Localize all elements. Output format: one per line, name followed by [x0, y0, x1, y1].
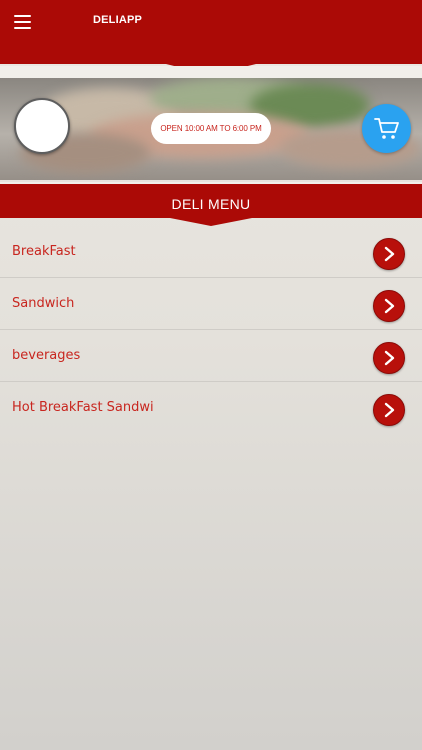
menu-item-label: beverages	[12, 348, 81, 363]
menu-list: BreakFast Sandwich beverages Hot BreakFa…	[0, 226, 422, 433]
restaurant-logo-avatar	[14, 98, 70, 154]
cart-button[interactable]	[362, 104, 411, 153]
shopping-cart-icon	[373, 117, 399, 139]
chevron-right-icon[interactable]	[373, 238, 405, 270]
menu-item-sandwich[interactable]: Sandwich	[0, 278, 422, 330]
menu-item-label: Sandwich	[12, 296, 75, 311]
menu-item-beverages[interactable]: beverages	[0, 330, 422, 382]
top-app-bar: DELIAPP	[0, 0, 422, 44]
hamburger-menu-icon[interactable]	[14, 15, 31, 29]
menu-item-hot-breakfast-sandwich[interactable]: Hot BreakFast Sandwi	[0, 382, 422, 433]
chevron-right-icon[interactable]	[373, 342, 405, 374]
menu-item-label: BreakFast	[12, 244, 76, 259]
chevron-right-icon[interactable]	[373, 394, 405, 426]
chevron-right-icon[interactable]	[373, 290, 405, 322]
opening-hours-badge: OPEN 10:00 AM TO 6:00 PM	[151, 113, 271, 144]
section-title: DELI MENU	[171, 196, 251, 212]
menu-item-breakfast[interactable]: BreakFast	[0, 226, 422, 278]
app-title: DELIAPP	[93, 14, 143, 26]
header-banner	[0, 44, 422, 80]
menu-item-label: Hot BreakFast Sandwi	[12, 400, 154, 415]
